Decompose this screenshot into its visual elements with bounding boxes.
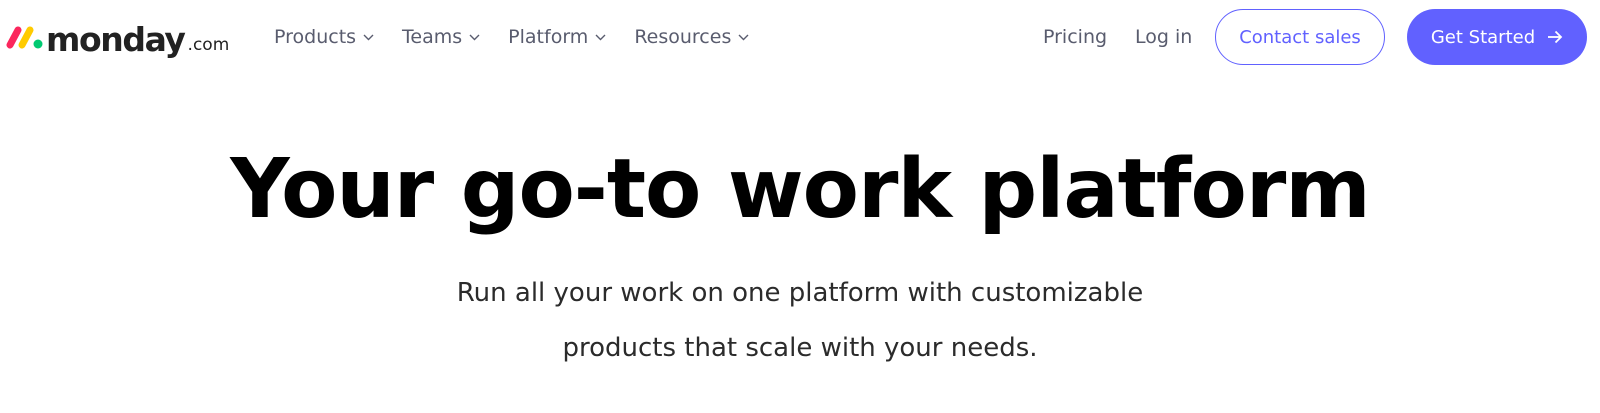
chevron-down-icon — [738, 34, 749, 40]
menu-item-resources[interactable]: Resources — [634, 22, 749, 52]
get-started-label: Get Started — [1430, 26, 1536, 48]
menu-item-teams[interactable]: Teams — [402, 22, 480, 52]
hero-subtitle: Run all your work on one platform with c… — [0, 266, 1600, 376]
get-started-button[interactable]: Get Started — [1407, 9, 1587, 65]
hero-subtitle-line-2: products that scale with your needs. — [562, 333, 1038, 363]
logo-wordmark: monday — [46, 20, 186, 59]
menu-item-label: Platform — [508, 26, 589, 48]
logo[interactable]: monday .com — [6, 16, 229, 56]
monday-logo-icon — [6, 26, 43, 49]
arrow-right-icon — [1548, 30, 1563, 44]
hero-subtitle-line-1: Run all your work on one platform with c… — [456, 278, 1144, 308]
menu-item-platform[interactable]: Platform — [508, 22, 606, 52]
menu-item-label: Products — [274, 26, 357, 48]
logo-suffix: .com — [187, 35, 230, 55]
top-navigation: monday .com Products Teams Platform Reso… — [0, 0, 1600, 72]
chevron-down-icon — [595, 34, 606, 40]
chevron-down-icon — [469, 34, 480, 40]
login-link[interactable]: Log in — [1135, 22, 1192, 52]
chevron-down-icon — [363, 34, 374, 40]
pricing-link[interactable]: Pricing — [1043, 22, 1107, 52]
menu-item-label: Teams — [402, 26, 463, 48]
hero-title: Your go-to work platform — [230, 142, 1371, 237]
menu-item-products[interactable]: Products — [274, 22, 374, 52]
contact-sales-label: Contact sales — [1239, 26, 1361, 48]
contact-sales-button[interactable]: Contact sales — [1215, 9, 1385, 65]
main-menu: Products Teams Platform Resources — [274, 22, 777, 52]
menu-item-label: Resources — [634, 26, 732, 48]
